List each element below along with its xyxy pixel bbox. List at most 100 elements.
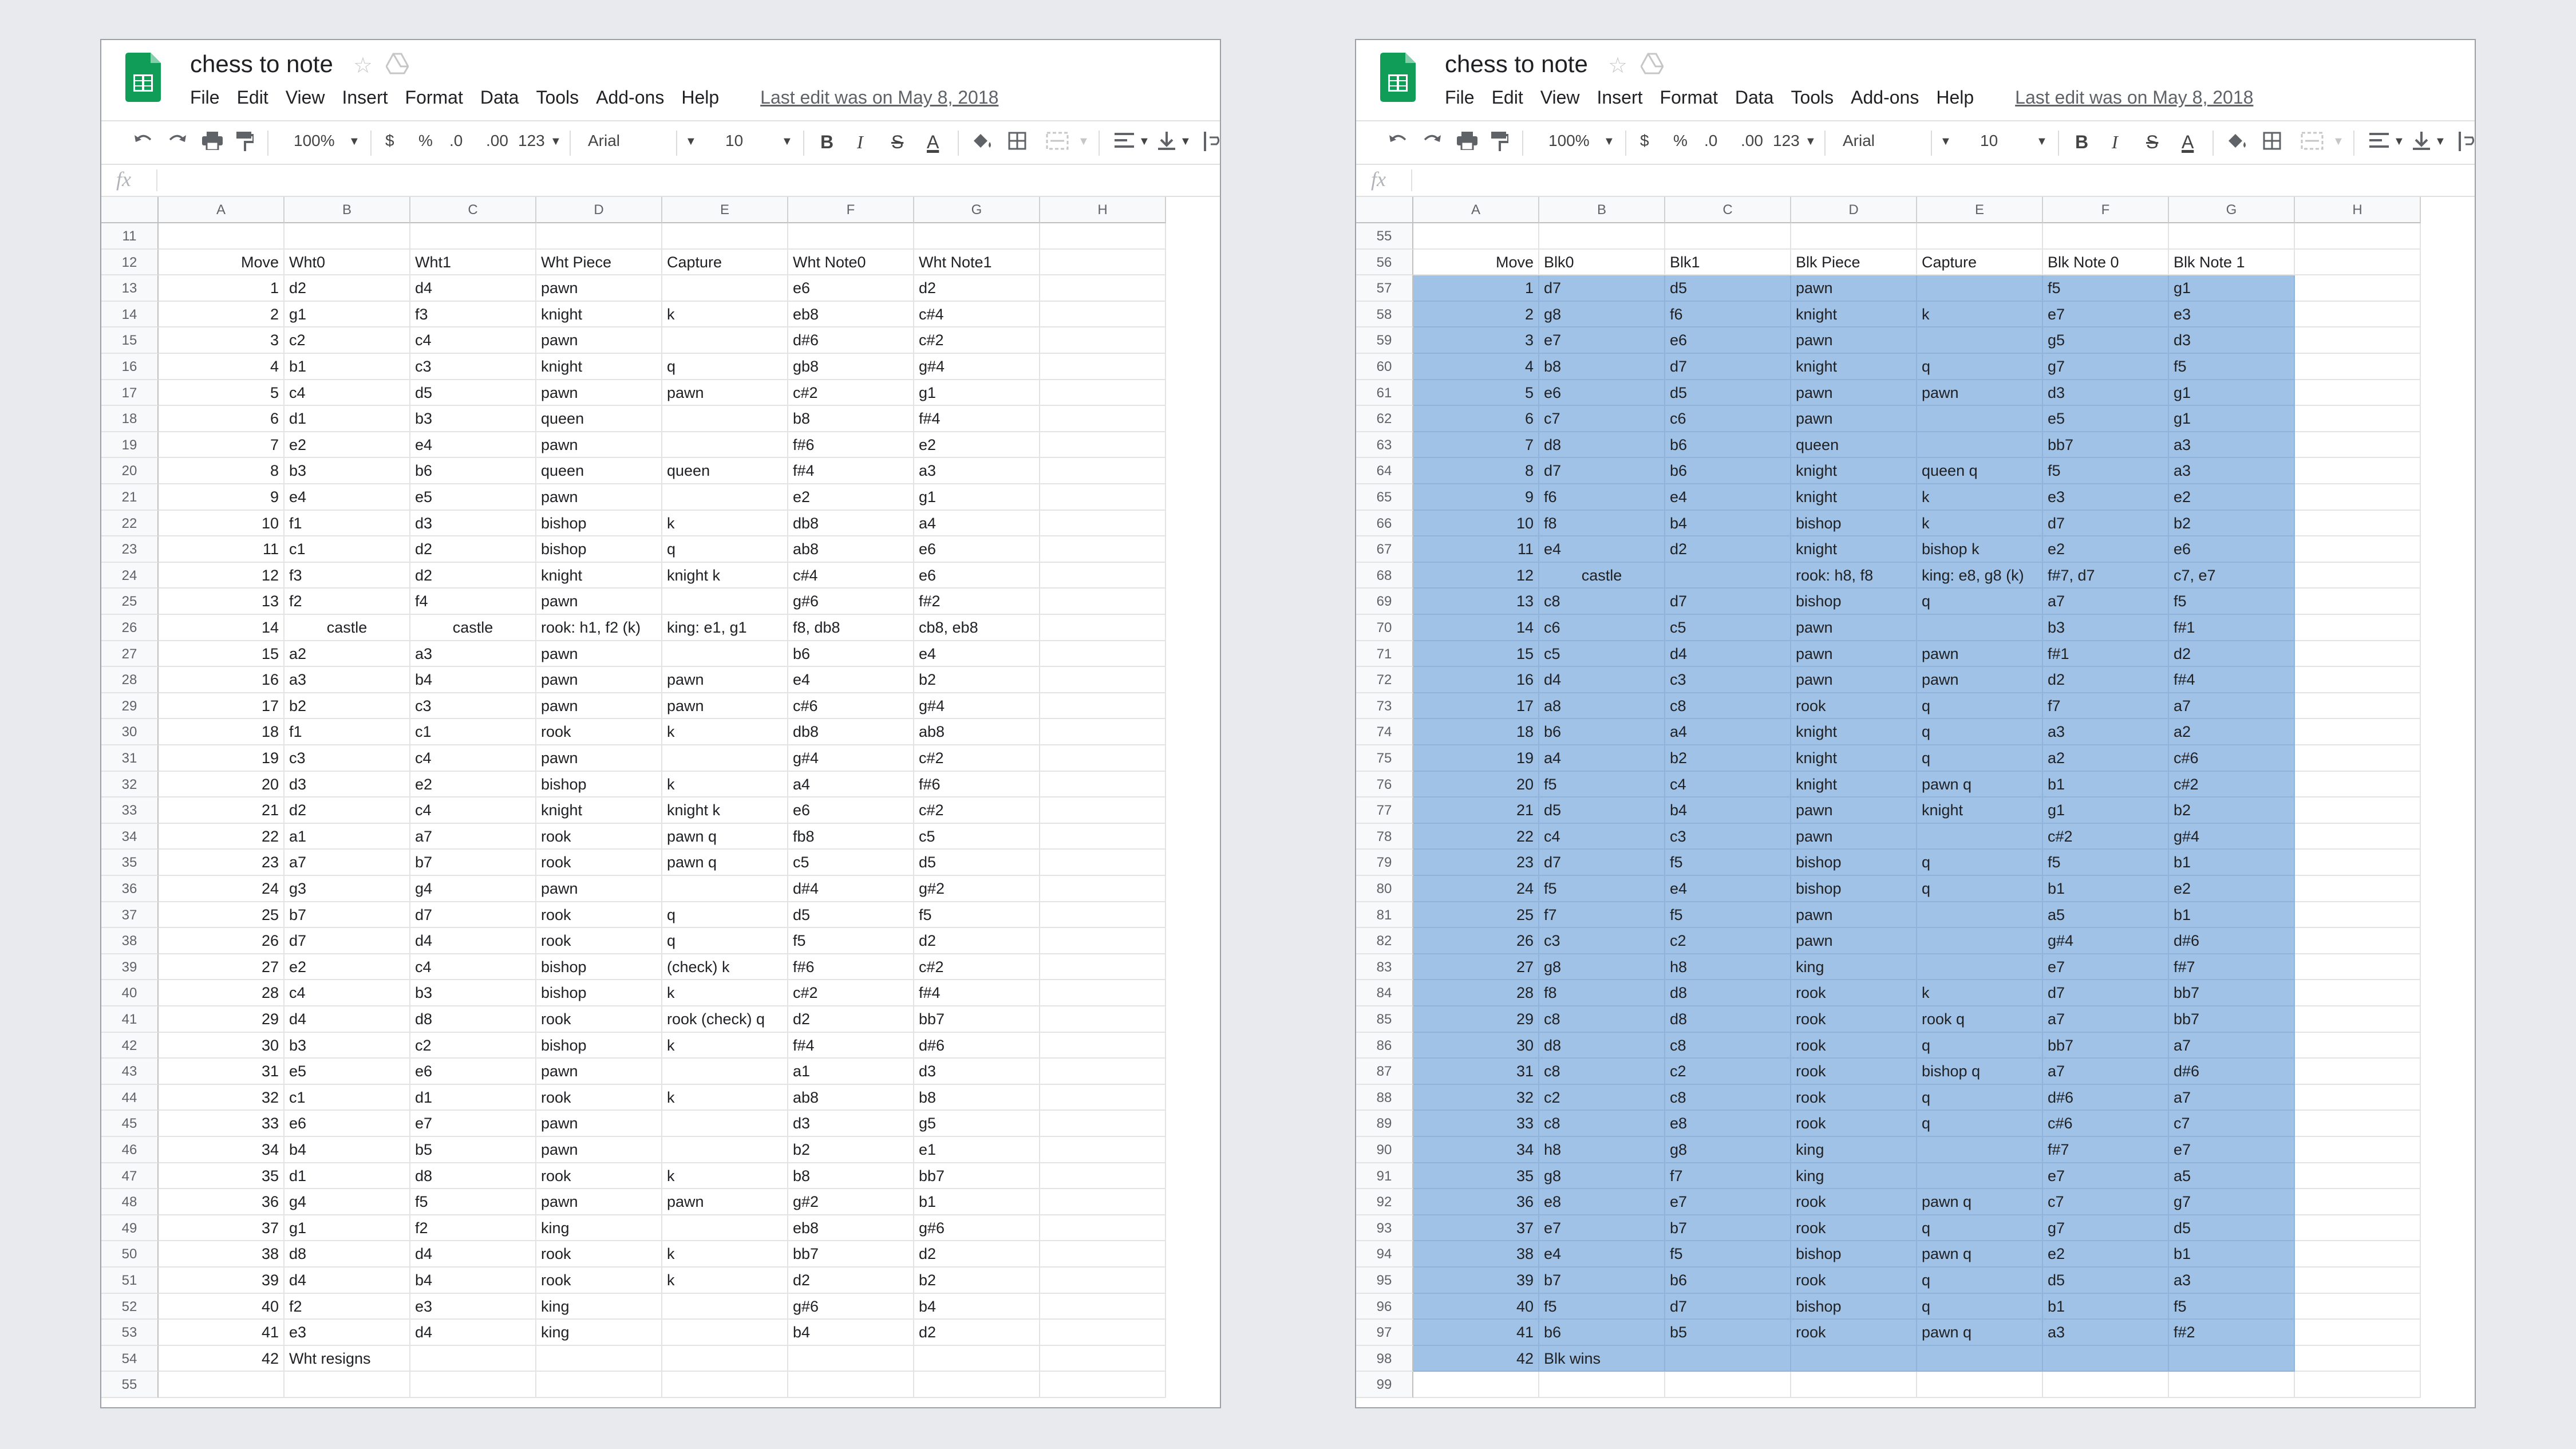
cell[interactable]: [2295, 1372, 2421, 1398]
cell[interactable]: king: [536, 1293, 662, 1320]
row-header[interactable]: 19: [101, 432, 159, 459]
cell[interactable]: [410, 1345, 536, 1372]
cell[interactable]: rook: [536, 928, 662, 954]
row-header[interactable]: 63: [1356, 432, 1413, 459]
cell[interactable]: d8: [1665, 1006, 1791, 1033]
column-header[interactable]: E: [1917, 197, 2043, 223]
cell[interactable]: h8: [1539, 1137, 1665, 1163]
cell[interactable]: [1040, 1111, 1166, 1137]
cell[interactable]: q: [1917, 693, 2043, 720]
cell[interactable]: [2295, 641, 2421, 668]
row-header[interactable]: 80: [1356, 876, 1413, 902]
cell[interactable]: b1: [2169, 902, 2295, 929]
merge-cells-icon[interactable]: [1046, 132, 1069, 154]
cell[interactable]: 14: [159, 615, 285, 641]
cell[interactable]: [662, 1372, 788, 1398]
cell[interactable]: [2295, 1084, 2421, 1111]
cell[interactable]: f3: [285, 562, 410, 589]
cell[interactable]: pawn: [662, 1189, 788, 1215]
cell[interactable]: [1040, 641, 1166, 668]
cell[interactable]: c#6: [788, 693, 914, 720]
cell[interactable]: k: [662, 510, 788, 537]
cell[interactable]: b7: [1539, 1268, 1665, 1294]
cell[interactable]: d5: [914, 850, 1040, 876]
cell[interactable]: q: [662, 536, 788, 563]
cell[interactable]: Wht1: [410, 249, 536, 276]
cell[interactable]: 3: [1413, 327, 1539, 354]
cell[interactable]: [2043, 223, 2169, 250]
cell[interactable]: 35: [1413, 1163, 1539, 1190]
cell[interactable]: k: [662, 1268, 788, 1294]
cell[interactable]: g7: [2043, 1215, 2169, 1242]
cell[interactable]: [2295, 484, 2421, 511]
cell[interactable]: bb7: [788, 1241, 914, 1268]
row-header[interactable]: 38: [101, 928, 159, 954]
cell[interactable]: 38: [159, 1241, 285, 1268]
cell[interactable]: eb8: [788, 1215, 914, 1242]
cell[interactable]: f#6: [788, 432, 914, 459]
cell[interactable]: knight: [536, 301, 662, 328]
row-header[interactable]: 94: [1356, 1241, 1413, 1268]
cell[interactable]: pawn: [1917, 667, 2043, 693]
cell[interactable]: c3: [1665, 667, 1791, 693]
cell[interactable]: d2: [2043, 667, 2169, 693]
row-header[interactable]: 70: [1356, 615, 1413, 641]
cell[interactable]: pawn: [536, 667, 662, 693]
cell[interactable]: [1917, 223, 2043, 250]
text-color-button[interactable]: A: [927, 132, 939, 153]
cell[interactable]: 38: [1413, 1241, 1539, 1268]
cell[interactable]: king: [1791, 954, 1917, 981]
font-size-select[interactable]: 10: [725, 132, 743, 150]
row-header[interactable]: 95: [1356, 1268, 1413, 1294]
cell[interactable]: [1791, 1372, 1917, 1398]
cell[interactable]: f2: [285, 589, 410, 615]
cell[interactable]: d3: [914, 1059, 1040, 1085]
cell[interactable]: [662, 1137, 788, 1163]
cell[interactable]: f1: [285, 510, 410, 537]
cell[interactable]: d2: [914, 275, 1040, 302]
cell[interactable]: pawn q: [1917, 1189, 2043, 1215]
cell[interactable]: pawn: [1791, 667, 1917, 693]
cell[interactable]: e3: [2169, 301, 2295, 328]
cell[interactable]: 39: [159, 1268, 285, 1294]
menu-view[interactable]: View: [1540, 87, 1580, 108]
cell[interactable]: bb7: [2043, 1032, 2169, 1059]
cell[interactable]: d2: [285, 797, 410, 824]
increase-decimal-button[interactable]: .00: [1741, 132, 1763, 150]
cell[interactable]: [662, 1320, 788, 1346]
cell[interactable]: [285, 1372, 410, 1398]
cell[interactable]: d4: [1539, 667, 1665, 693]
cell[interactable]: d4: [285, 1268, 410, 1294]
text-wrap-icon[interactable]: [1203, 132, 1220, 155]
cell[interactable]: c4: [285, 980, 410, 1006]
cell[interactable]: rook: [1791, 1111, 1917, 1137]
cell[interactable]: 35: [159, 1163, 285, 1190]
cell[interactable]: 26: [159, 928, 285, 954]
cell[interactable]: e2: [2169, 876, 2295, 902]
row-header[interactable]: 58: [1356, 301, 1413, 328]
cell[interactable]: b6: [1665, 458, 1791, 484]
cell[interactable]: 21: [1413, 797, 1539, 824]
cell[interactable]: b8: [1539, 354, 1665, 380]
cell[interactable]: 17: [1413, 693, 1539, 720]
cell[interactable]: ab8: [914, 719, 1040, 745]
row-header[interactable]: 72: [1356, 667, 1413, 693]
cell[interactable]: c4: [1539, 823, 1665, 850]
text-wrap-icon[interactable]: [2458, 132, 2475, 155]
cell[interactable]: f#4: [914, 980, 1040, 1006]
cell[interactable]: 11: [1413, 536, 1539, 563]
cell[interactable]: [1040, 484, 1166, 511]
cell[interactable]: castle: [1539, 562, 1665, 589]
cell[interactable]: 25: [159, 902, 285, 929]
cell[interactable]: b2: [2169, 510, 2295, 537]
cell[interactable]: 1: [1413, 275, 1539, 302]
cell[interactable]: e3: [2043, 484, 2169, 511]
cell[interactable]: g1: [2043, 797, 2169, 824]
cell[interactable]: c#2: [788, 980, 914, 1006]
row-header[interactable]: 60: [1356, 354, 1413, 380]
cell[interactable]: g#2: [914, 876, 1040, 902]
cell[interactable]: d8: [410, 1006, 536, 1033]
cell[interactable]: [662, 1345, 788, 1372]
cell[interactable]: e5: [2043, 406, 2169, 432]
cell[interactable]: e2: [2169, 484, 2295, 511]
